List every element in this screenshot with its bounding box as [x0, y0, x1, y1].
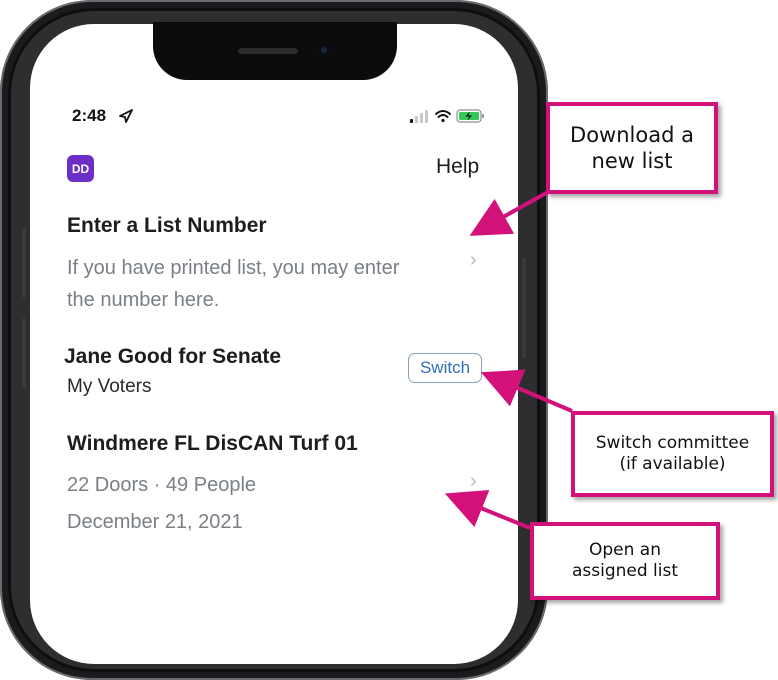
- callout-switch: Switch committee (if available): [571, 411, 774, 497]
- callout-download: Download a new list: [546, 102, 718, 194]
- annotation-arrows: [444, 190, 573, 530]
- switch-arrow: [480, 369, 573, 413]
- download-arrow: [469, 190, 549, 236]
- callout-open: Open an assigned list: [530, 522, 720, 600]
- open-arrow: [444, 489, 531, 530]
